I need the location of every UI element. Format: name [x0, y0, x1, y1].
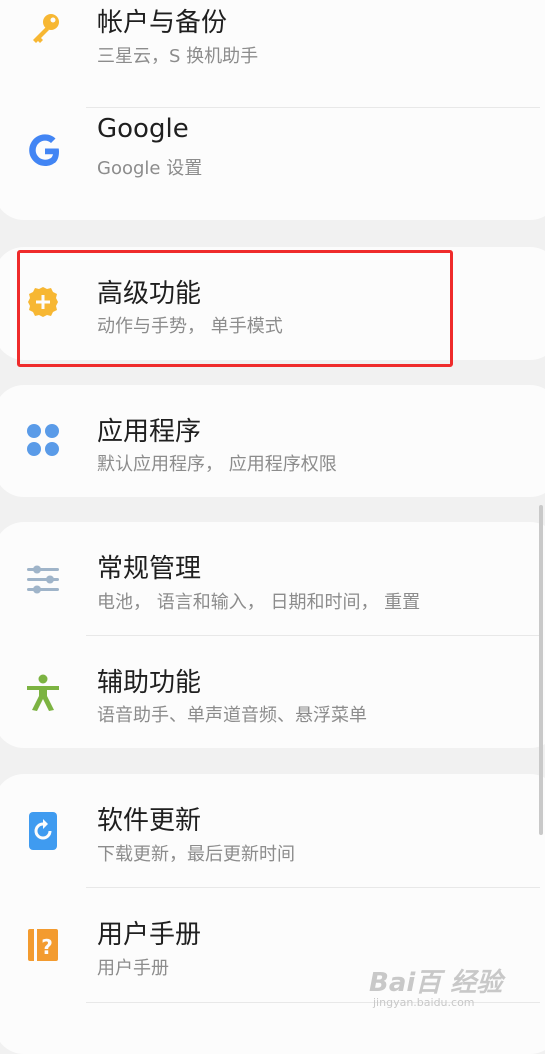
accessibility-person-icon [22, 672, 64, 714]
settings-item-title: 帐户与备份 [97, 8, 228, 38]
settings-item-subtitle: 语音助手、单声道音频、悬浮菜单 [97, 705, 367, 726]
scrollbar[interactable] [539, 505, 543, 835]
settings-item-accounts-backup[interactable]: 帐户与备份 三星云，S 换机助手 [0, 0, 545, 88]
settings-group-general: 常规管理 电池， 语言和输入， 日期和时间， 重置 辅助功能 语音助手、单声道音… [0, 522, 545, 748]
settings-item-subtitle: 三星云，S 换机助手 [97, 46, 259, 67]
software-update-icon [22, 810, 64, 852]
settings-item-google[interactable]: Google Google 设置 [0, 108, 545, 208]
settings-item-title: 应用程序 [97, 417, 202, 447]
google-icon [24, 130, 66, 172]
settings-item-subtitle: Google 设置 [97, 158, 203, 179]
settings-item-general-management[interactable]: 常规管理 电池， 语言和输入， 日期和时间， 重置 [0, 522, 545, 635]
key-icon [24, 8, 66, 50]
settings-item-subtitle: 下载更新，最后更新时间 [97, 844, 295, 865]
settings-item-title: 用户手册 [97, 920, 202, 950]
watermark-sub: jingyan.baidu.com [373, 996, 475, 1009]
settings-item-title: Google [97, 114, 189, 144]
settings-item-title: 软件更新 [97, 806, 202, 836]
apps-grid-icon [22, 419, 64, 461]
settings-group-apps: 应用程序 默认应用程序， 应用程序权限 [0, 385, 545, 497]
settings-item-apps[interactable]: 应用程序 默认应用程序， 应用程序权限 [0, 385, 545, 497]
settings-item-subtitle: 电池， 语言和输入， 日期和时间， 重置 [97, 592, 421, 613]
watermark-main: Bai百 经验 [369, 968, 503, 998]
settings-item-title: 辅助功能 [97, 668, 202, 698]
highlight-box [17, 250, 453, 367]
user-manual-icon: ? [22, 924, 64, 966]
sliders-icon [22, 559, 64, 601]
baidu-watermark: Bai百 经验 jingyan.baidu.com [369, 962, 519, 1014]
settings-item-software-update[interactable]: 软件更新 下载更新，最后更新时间 [0, 774, 545, 887]
settings-item-subtitle: 默认应用程序， 应用程序权限 [97, 454, 337, 475]
settings-item-accessibility[interactable]: 辅助功能 语音助手、单声道音频、悬浮菜单 [0, 636, 545, 748]
svg-text:?: ? [41, 935, 53, 959]
settings-item-subtitle: 用户手册 [97, 958, 169, 979]
settings-item-title: 常规管理 [97, 554, 202, 584]
settings-group-accounts: 帐户与备份 三星云，S 换机助手 Google Google 设置 [0, 0, 545, 220]
